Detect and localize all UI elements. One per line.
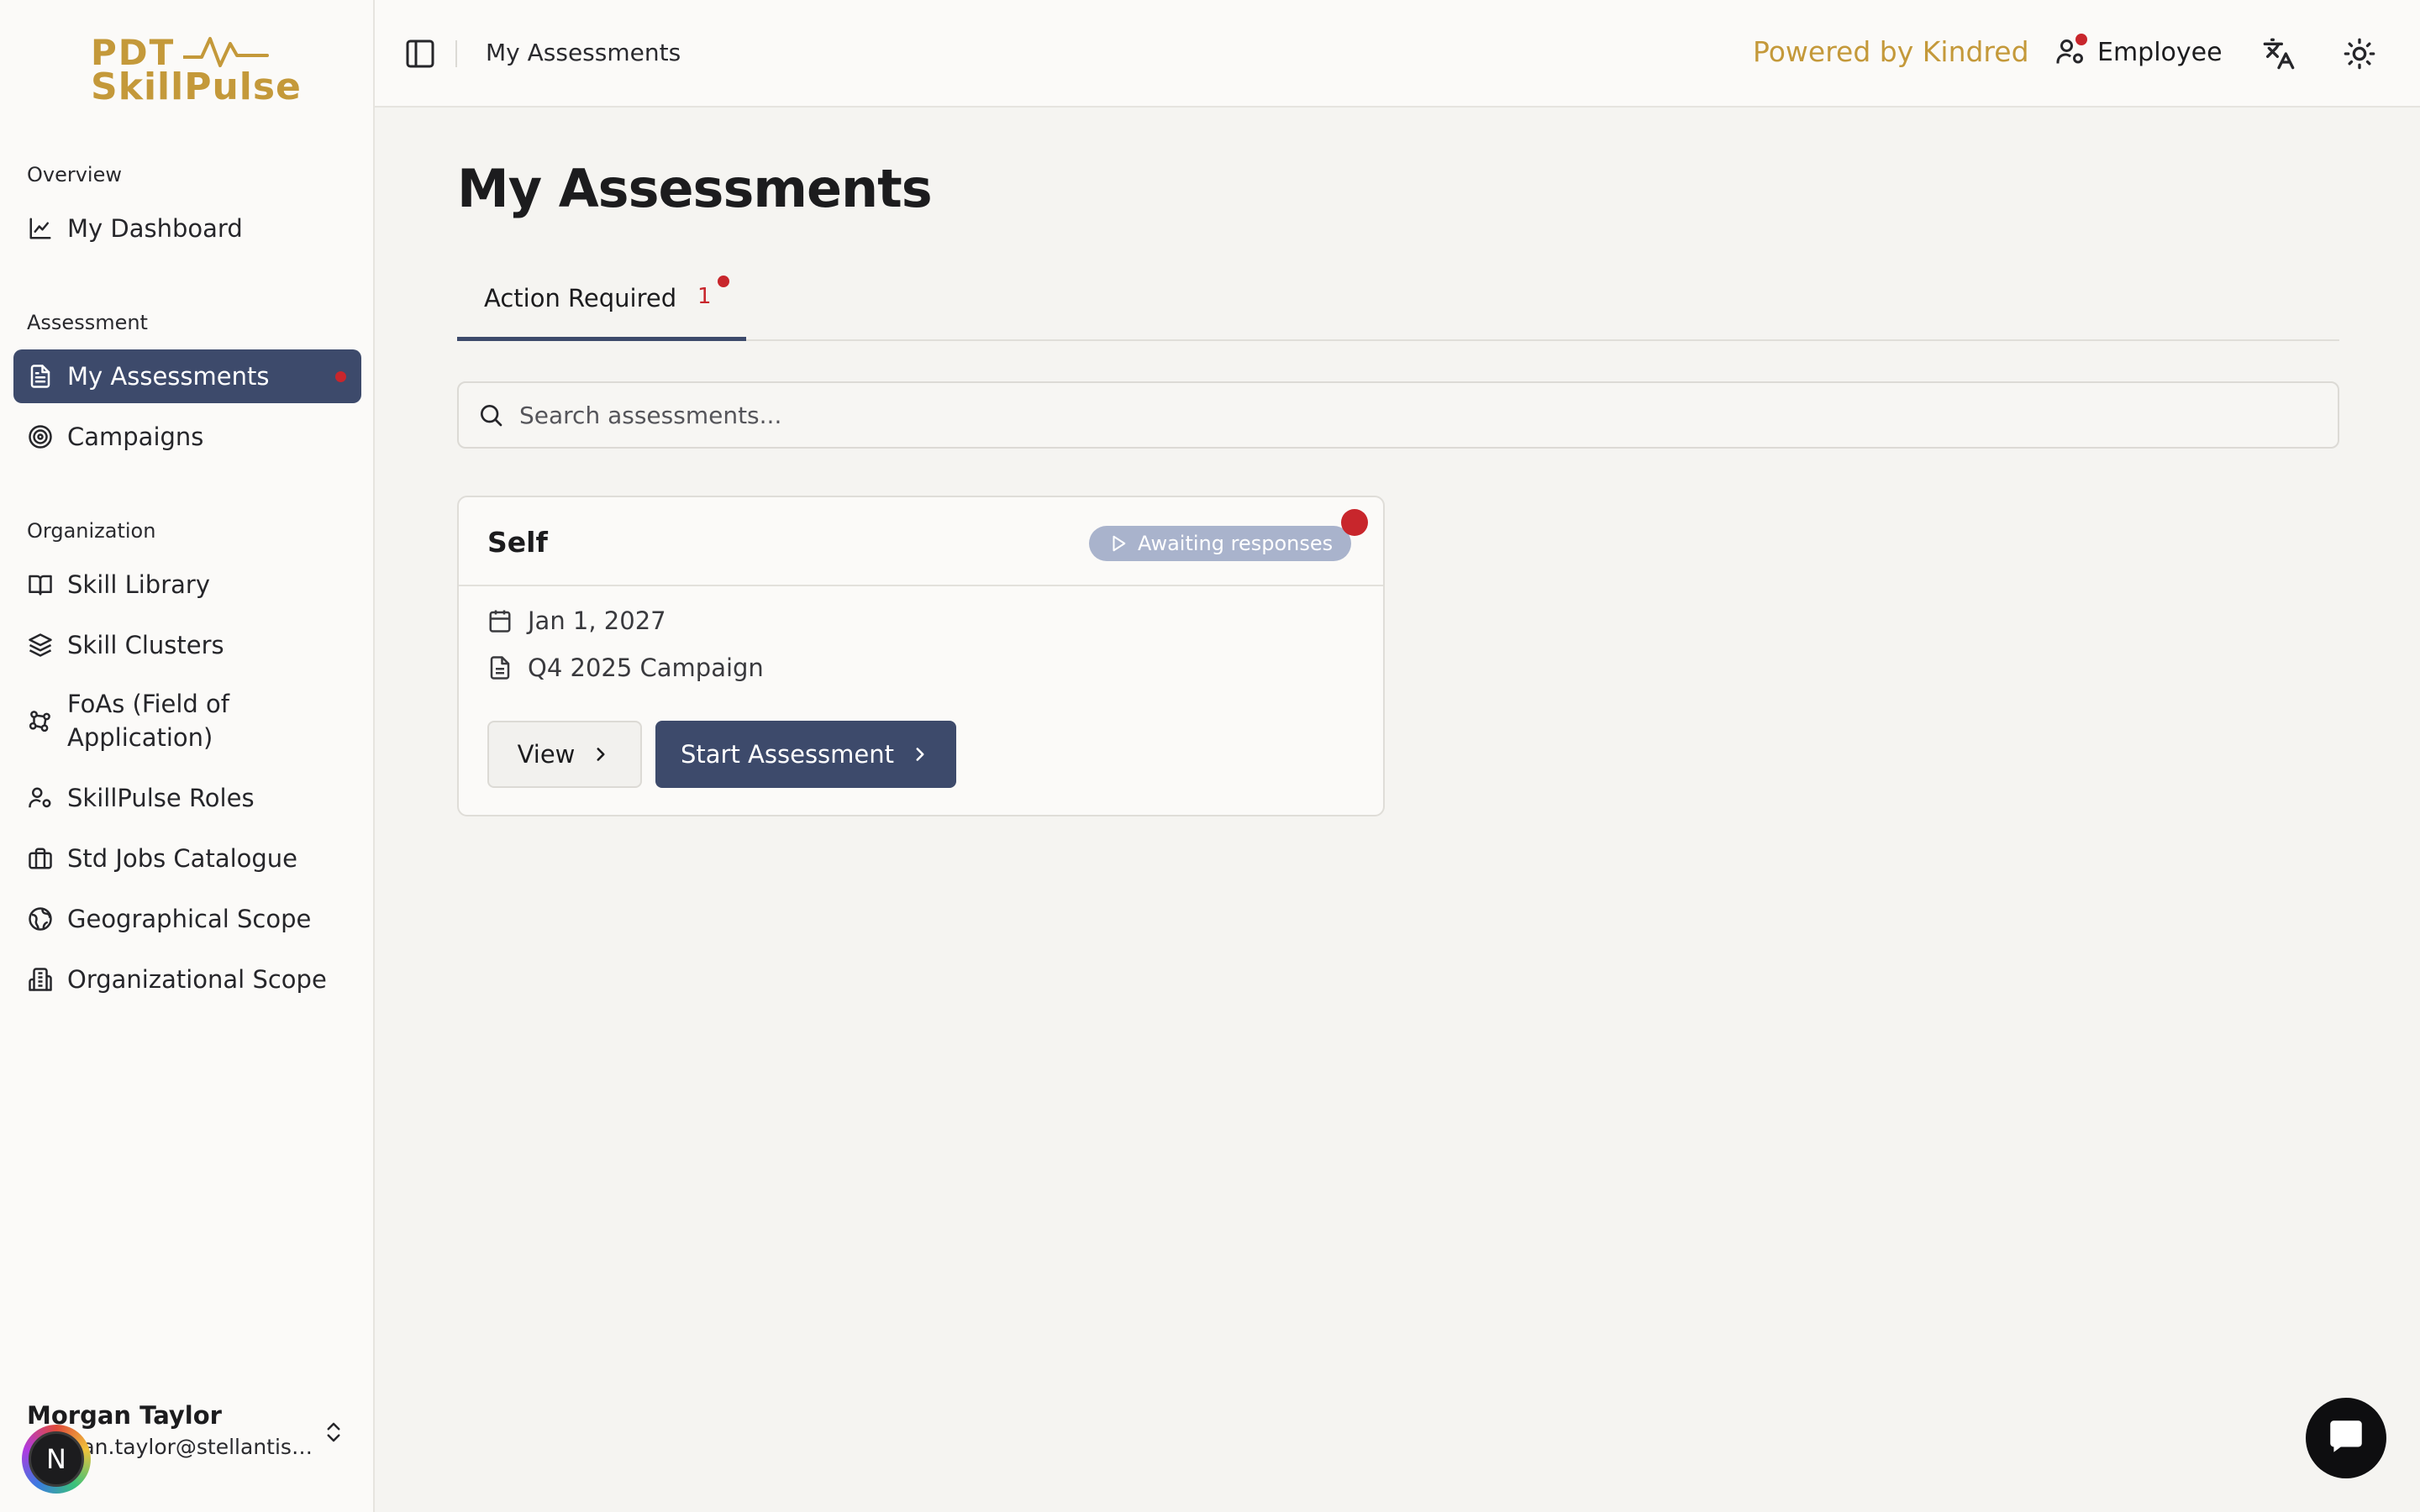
chevrons-up-down-icon bbox=[321, 1420, 346, 1448]
sidebar-item-skill-library[interactable]: Skill Library bbox=[13, 558, 361, 612]
role-switcher[interactable]: Employee bbox=[2055, 34, 2223, 67]
status-text: Awaiting responses bbox=[1138, 532, 1334, 555]
notification-dot bbox=[1341, 509, 1368, 536]
sidebar-item-label: My Assessments bbox=[67, 362, 270, 391]
powered-by-label: Powered by Kindred bbox=[1753, 35, 2029, 68]
user-menu[interactable]: Morgan Taylor morgan.taylor@stellantis.t… bbox=[22, 1394, 363, 1494]
notification-dot bbox=[718, 276, 729, 287]
search-input[interactable] bbox=[519, 401, 2284, 429]
sidebar-item-skillpulse-roles[interactable]: SkillPulse Roles bbox=[13, 771, 361, 825]
sidebar-item-my-assessments[interactable]: My Assessments bbox=[13, 349, 361, 403]
date-text: Jan 1, 2027 bbox=[528, 606, 666, 635]
status-badge: Awaiting responses bbox=[1089, 526, 1352, 561]
section-assessment: Assessment bbox=[27, 311, 148, 334]
breadcrumb: My Assessments bbox=[486, 39, 681, 66]
logo[interactable]: PDT SkillPulse bbox=[91, 32, 301, 108]
start-button-label: Start Assessment bbox=[680, 740, 895, 769]
translate-icon[interactable] bbox=[2262, 37, 2296, 74]
card-date: Jan 1, 2027 bbox=[487, 606, 666, 635]
logo-line-2: SkillPulse bbox=[91, 66, 302, 108]
section-overview: Overview bbox=[27, 163, 122, 186]
pulse-icon bbox=[183, 37, 269, 67]
chevron-right-icon bbox=[590, 743, 612, 765]
search-bar bbox=[457, 381, 2339, 449]
topbar: My Assessments Powered by Kindred Employ… bbox=[375, 0, 2420, 108]
sidebar-item-campaigns[interactable]: Campaigns bbox=[13, 410, 361, 464]
tab-count: 1 bbox=[697, 284, 712, 309]
tab-action-required[interactable]: Action Required 1 bbox=[457, 265, 746, 341]
book-open-icon bbox=[27, 571, 54, 598]
sidebar-item-my-dashboard[interactable]: My Dashboard bbox=[13, 202, 361, 255]
card-header: Self Awaiting responses bbox=[459, 497, 1383, 586]
section-organization: Organization bbox=[27, 519, 156, 543]
globe-icon bbox=[27, 906, 54, 932]
card-campaign: Q4 2025 Campaign bbox=[487, 654, 764, 682]
layers-icon bbox=[27, 632, 54, 659]
sidebar-item-label: Std Jobs Catalogue bbox=[67, 844, 298, 873]
avatar-letter: N bbox=[29, 1431, 84, 1487]
play-icon bbox=[1109, 533, 1129, 554]
page-title: My Assessments bbox=[457, 158, 933, 219]
sidebar-item-std-jobs-catalogue[interactable]: Std Jobs Catalogue bbox=[13, 832, 361, 885]
sidebar-item-organizational-scope[interactable]: Organizational Scope bbox=[13, 953, 361, 1006]
card-title: Self bbox=[487, 526, 548, 559]
target-icon bbox=[27, 423, 54, 450]
user-cog-icon bbox=[27, 785, 54, 811]
notification-dot bbox=[2075, 34, 2087, 45]
calendar-icon bbox=[487, 607, 514, 634]
start-assessment-button[interactable]: Start Assessment bbox=[655, 721, 956, 788]
sidebar-item-label: My Dashboard bbox=[67, 214, 243, 243]
network-icon bbox=[27, 707, 54, 734]
sidebar-item-skill-clusters[interactable]: Skill Clusters bbox=[13, 618, 361, 672]
sidebar-item-geographical-scope[interactable]: Geographical Scope bbox=[13, 892, 361, 946]
sidebar-item-label: Skill Library bbox=[67, 570, 210, 599]
avatar[interactable]: N bbox=[22, 1425, 91, 1494]
sidebar-item-foas[interactable]: FoAs (Field of Application) bbox=[13, 684, 361, 758]
chat-icon bbox=[2325, 1415, 2367, 1461]
tab-label: Action Required bbox=[484, 284, 677, 312]
notification-dot bbox=[335, 371, 346, 382]
sidebar: PDT SkillPulse Overview My Dashboard Ass… bbox=[0, 0, 375, 1512]
campaign-text: Q4 2025 Campaign bbox=[528, 654, 764, 682]
document-icon bbox=[487, 654, 514, 681]
assessment-card: Self Awaiting responses Jan 1, 2027 Q4 2… bbox=[457, 496, 1385, 816]
sidebar-toggle-icon[interactable] bbox=[403, 37, 437, 74]
sidebar-item-label: Campaigns bbox=[67, 423, 204, 451]
view-button-label: View bbox=[517, 740, 576, 769]
view-button[interactable]: View bbox=[487, 721, 642, 788]
briefcase-icon bbox=[27, 845, 54, 872]
role-label: Employee bbox=[2097, 37, 2223, 67]
document-icon bbox=[27, 363, 54, 390]
sidebar-item-label: SkillPulse Roles bbox=[67, 784, 255, 812]
sidebar-item-label: Organizational Scope bbox=[67, 965, 327, 994]
sidebar-item-label: Skill Clusters bbox=[67, 631, 224, 659]
chat-button[interactable] bbox=[2306, 1398, 2386, 1478]
sidebar-item-label: FoAs (Field of Application) bbox=[67, 690, 229, 752]
user-cog-icon bbox=[2055, 34, 2087, 67]
chart-line-icon bbox=[27, 215, 54, 242]
chevron-right-icon bbox=[909, 743, 931, 765]
sidebar-item-label: Geographical Scope bbox=[67, 905, 312, 933]
building-icon bbox=[27, 966, 54, 993]
divider bbox=[455, 40, 457, 67]
tab-bar: Action Required 1 bbox=[457, 265, 2339, 341]
sun-icon[interactable] bbox=[2343, 37, 2376, 74]
search-icon bbox=[477, 401, 506, 429]
